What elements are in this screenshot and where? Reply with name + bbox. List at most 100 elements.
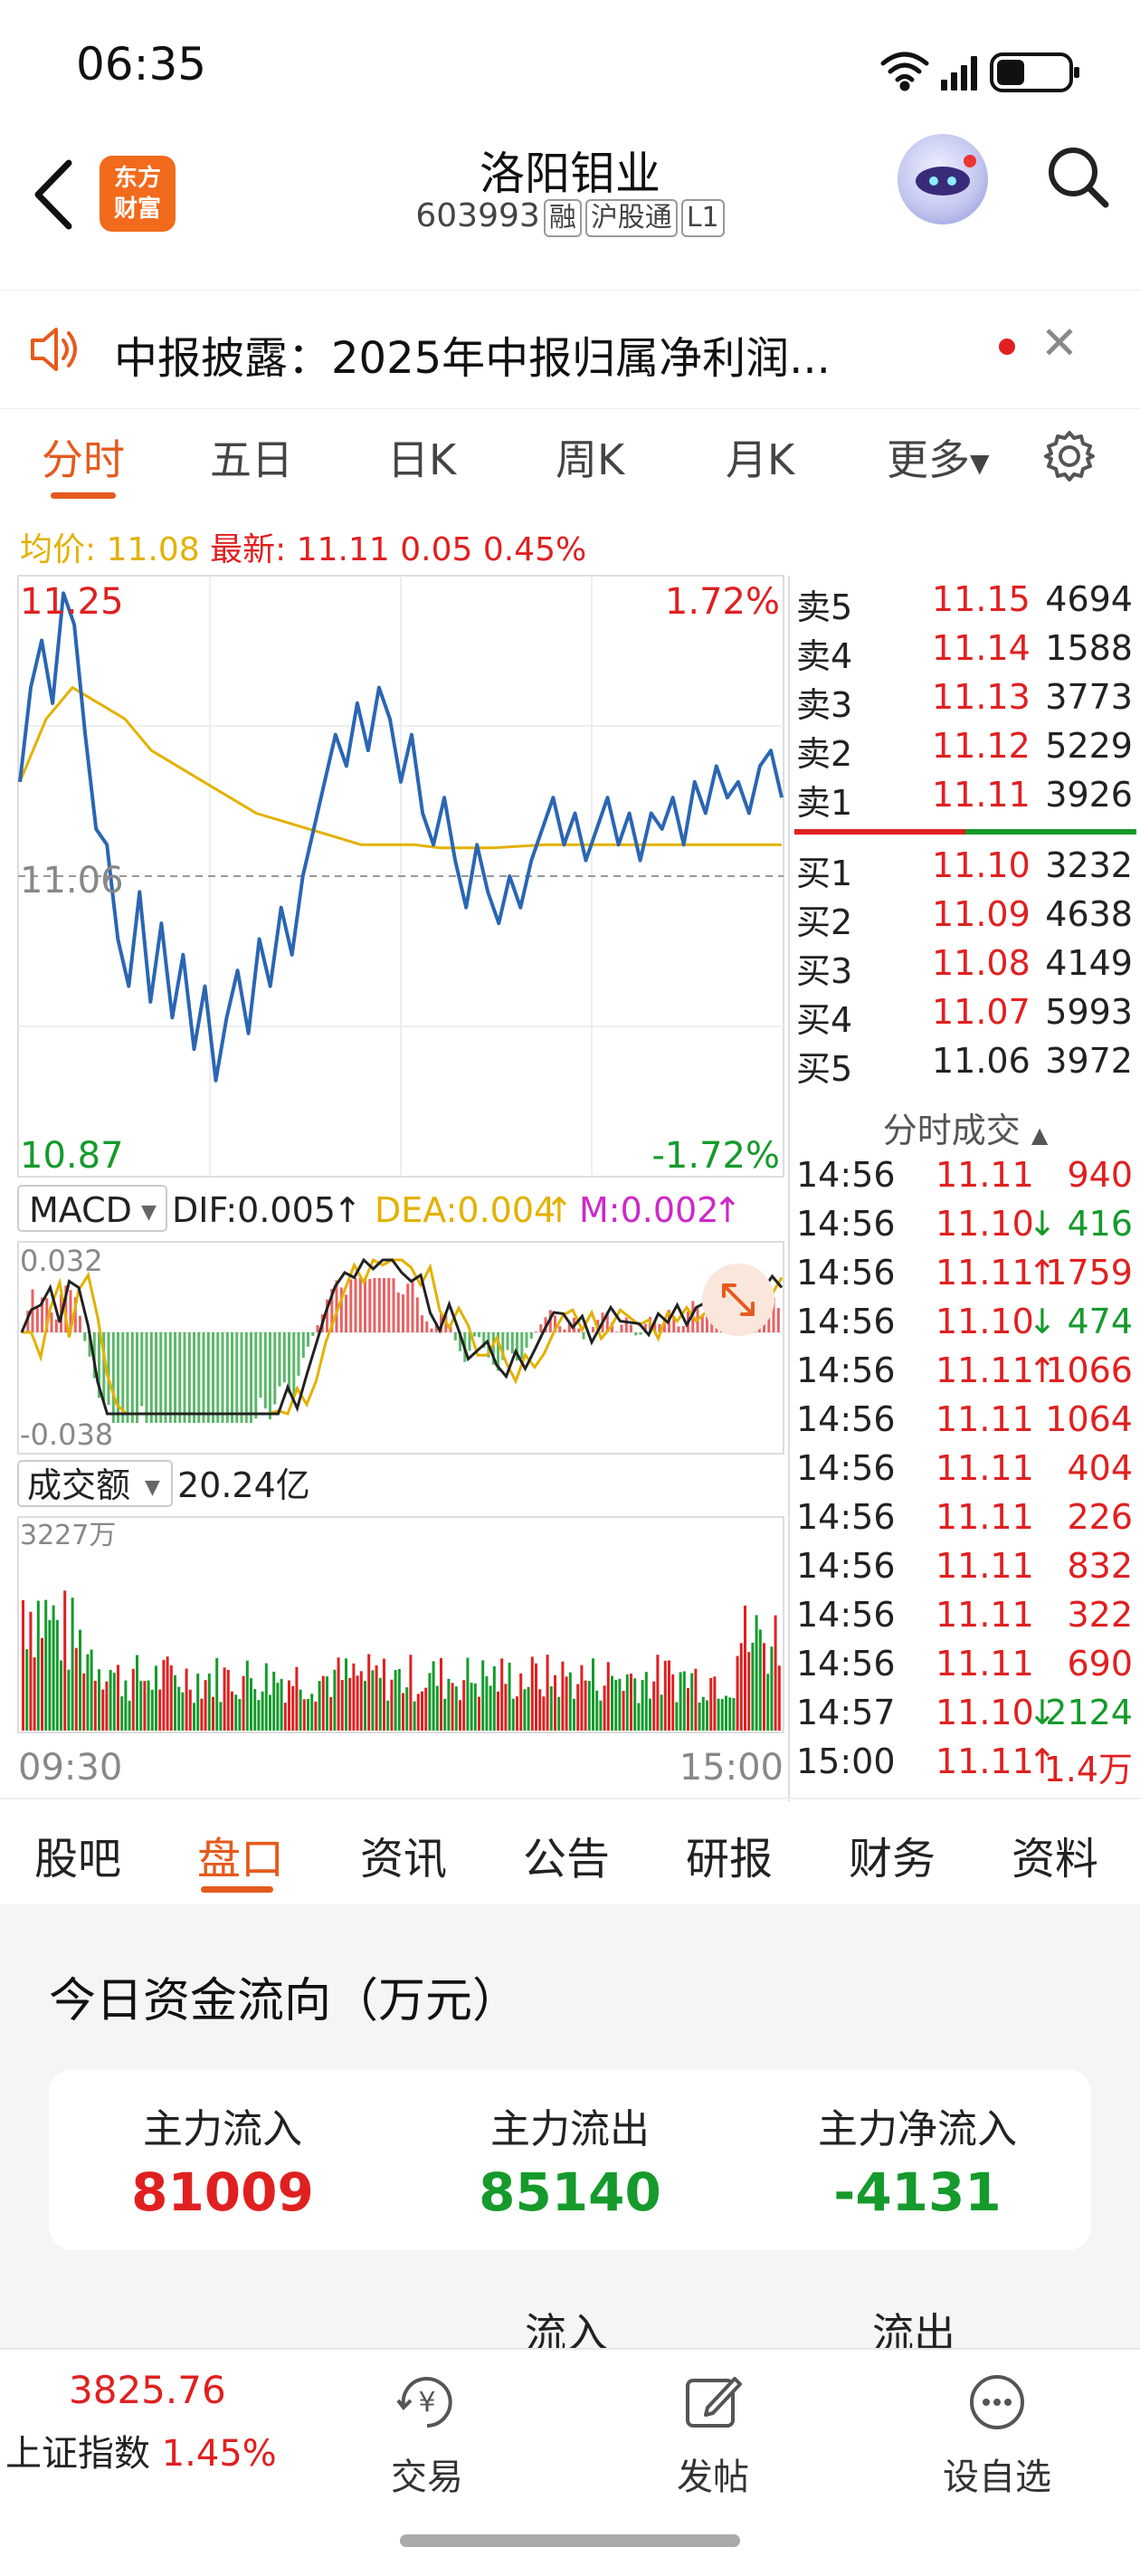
volume-bar bbox=[535, 1663, 537, 1731]
time-label-start: 09:30 bbox=[18, 1747, 122, 1789]
macd-bar bbox=[525, 1332, 528, 1349]
macd-bar bbox=[307, 1332, 309, 1347]
trade-time: 14:57 bbox=[796, 1693, 896, 1732]
orderbook-volume: 4149 bbox=[1045, 943, 1133, 983]
macd-bar bbox=[50, 1312, 53, 1332]
subtab-news[interactable]: 资讯 bbox=[360, 1823, 447, 1886]
trade-volume: 1759 bbox=[1045, 1253, 1133, 1293]
fund-flow-title: 今日资金流向（万元） bbox=[49, 1974, 520, 2028]
home-indicator[interactable] bbox=[400, 2534, 740, 2547]
index-value[interactable]: 3825.76 bbox=[69, 2368, 226, 2412]
subtab-research[interactable]: 研报 bbox=[686, 1823, 773, 1886]
unread-dot bbox=[999, 339, 1015, 355]
post-button[interactable]: 发帖 bbox=[641, 2366, 785, 2500]
macd-bar bbox=[145, 1332, 148, 1423]
trade-volume: 404 bbox=[1067, 1448, 1133, 1488]
volume-bar bbox=[473, 1683, 477, 1731]
orderbook-row[interactable]: 买2 11.09 4638 bbox=[794, 894, 1136, 943]
subtab-profile[interactable]: 资料 bbox=[1012, 1823, 1098, 1886]
volume-bar bbox=[561, 1661, 565, 1731]
subtab-forum[interactable]: 股吧 bbox=[34, 1823, 121, 1886]
main-outflow-value: 85140 bbox=[479, 2161, 661, 2223]
pct-axis-top: 1.72% bbox=[665, 581, 780, 623]
orderbook-price: 11.11 bbox=[932, 775, 1031, 815]
add-watchlist-button[interactable]: 设自选 bbox=[925, 2366, 1069, 2500]
orderbook-volume: 5993 bbox=[1045, 992, 1133, 1032]
orderbook-row[interactable]: 买5 11.06 3972 bbox=[794, 1041, 1136, 1090]
index-name-line[interactable]: 上证指数 1.45% bbox=[5, 2424, 277, 2476]
intraday-chart[interactable]: 11.25 11.06 10.87 1.72% -1.72% MACD ▼ DI… bbox=[0, 0, 796, 1801]
orderbook-volume: 3773 bbox=[1045, 677, 1133, 717]
volume-bar bbox=[478, 1696, 480, 1731]
orderbook-row[interactable]: 买4 11.07 5993 bbox=[794, 992, 1136, 1041]
orderbook-volume: 4638 bbox=[1045, 894, 1133, 934]
volume-bar bbox=[485, 1675, 489, 1731]
trade-price: 11.11 bbox=[936, 1448, 1034, 1488]
trade-price: 11.11 bbox=[936, 1253, 1034, 1293]
macd-bar bbox=[54, 1319, 58, 1332]
volume-bar bbox=[504, 1684, 508, 1731]
macd-bar bbox=[402, 1294, 404, 1332]
macd-bar bbox=[677, 1326, 680, 1332]
volume-bar bbox=[568, 1672, 572, 1731]
volume-bar bbox=[33, 1657, 36, 1731]
orderbook-row[interactable]: 卖5 11.15 4694 bbox=[794, 579, 1136, 628]
trade-row: 14:56 11.11 ↑ 1759 bbox=[794, 1253, 1136, 1302]
volume-bar bbox=[682, 1671, 686, 1731]
volume-bar bbox=[22, 1599, 24, 1731]
assistant-avatar-icon[interactable] bbox=[898, 134, 988, 224]
orderbook-row[interactable]: 卖4 11.14 1588 bbox=[794, 628, 1136, 677]
time-label-end: 15:00 bbox=[679, 1747, 784, 1789]
volume-bar bbox=[193, 1703, 195, 1731]
volume-bar bbox=[397, 1669, 401, 1731]
macd-bar bbox=[126, 1332, 129, 1423]
volume-bar bbox=[371, 1670, 375, 1731]
macd-bar bbox=[529, 1332, 533, 1340]
volume-bar bbox=[758, 1629, 762, 1731]
close-icon[interactable]: ✕ bbox=[1040, 317, 1078, 369]
volume-bar bbox=[128, 1701, 131, 1731]
volume-bar bbox=[71, 1598, 74, 1731]
volume-total: 20.24亿 bbox=[177, 1465, 310, 1505]
orderbook-row[interactable]: 卖2 11.12 5229 bbox=[794, 726, 1136, 775]
gear-icon[interactable] bbox=[1040, 427, 1098, 485]
volume-bar bbox=[663, 1660, 667, 1731]
volume-bar bbox=[245, 1660, 249, 1731]
macd-bar bbox=[535, 1331, 537, 1332]
volume-bar bbox=[413, 1701, 416, 1731]
macd-bar bbox=[358, 1278, 362, 1332]
volume-bar bbox=[459, 1700, 461, 1731]
volume-bar bbox=[261, 1691, 264, 1731]
trade-button[interactable]: ¥ 交易 bbox=[355, 2366, 499, 2500]
search-icon[interactable] bbox=[1042, 141, 1115, 214]
orderbook-row[interactable]: 买1 11.10 3232 bbox=[794, 845, 1136, 894]
active-subtab-indicator bbox=[201, 1886, 273, 1893]
tab-more[interactable]: 更多▼ bbox=[887, 427, 990, 487]
volume-bar bbox=[63, 1590, 67, 1731]
volume-bar bbox=[580, 1665, 584, 1731]
volume-bar bbox=[592, 1658, 594, 1731]
subtab-orderbook[interactable]: 盘口 bbox=[197, 1823, 284, 1886]
volume-bar bbox=[649, 1698, 651, 1731]
macd-axis-top: 0.032 bbox=[20, 1244, 103, 1278]
subtab-announcement[interactable]: 公告 bbox=[523, 1823, 610, 1886]
trades-title[interactable]: 分时成交 ▲ bbox=[794, 1102, 1136, 1152]
subtab-finance[interactable]: 财务 bbox=[849, 1823, 936, 1886]
orderbook-row[interactable]: 卖3 11.13 3773 bbox=[794, 677, 1136, 726]
macd-bar bbox=[383, 1278, 385, 1332]
trade-row: 14:56 11.11 226 bbox=[794, 1497, 1136, 1546]
volume-bar bbox=[660, 1694, 663, 1731]
volume-bar bbox=[489, 1685, 492, 1731]
macd-bar bbox=[130, 1332, 134, 1423]
volume-bar bbox=[717, 1698, 720, 1731]
orderbook-row[interactable]: 买3 11.08 4149 bbox=[794, 943, 1136, 992]
macd-bar bbox=[174, 1332, 176, 1423]
caret-down-icon: ▼ bbox=[970, 448, 990, 478]
index-pct: 1.45% bbox=[161, 2433, 277, 2475]
volume-bar bbox=[291, 1685, 295, 1731]
volume-bar bbox=[679, 1672, 682, 1731]
volume-bar bbox=[117, 1665, 119, 1731]
orderbook-row[interactable]: 卖1 11.11 3926 bbox=[794, 775, 1136, 824]
trade-time: 14:56 bbox=[796, 1644, 896, 1684]
orderbook-price: 11.09 bbox=[932, 894, 1031, 934]
